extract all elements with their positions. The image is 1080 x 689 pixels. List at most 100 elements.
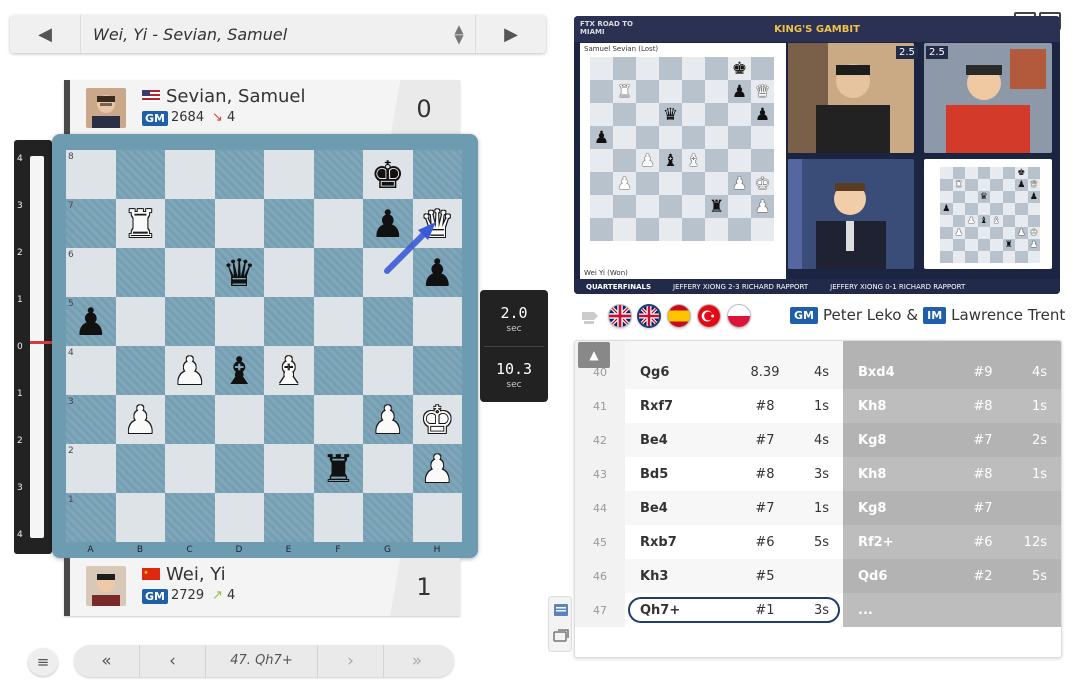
black-move-cell[interactable]: Kh8 #8 1s: [843, 457, 1061, 491]
next-move-button[interactable]: ›: [318, 645, 384, 677]
square-c6[interactable]: [165, 248, 215, 297]
square-c4[interactable]: ♟: [165, 346, 215, 395]
square-d8[interactable]: [214, 150, 264, 199]
square-a7[interactable]: 7: [66, 199, 116, 248]
square-g5[interactable]: [363, 297, 413, 346]
square-h1[interactable]: [412, 493, 462, 542]
square-a5[interactable]: 5 ♟: [66, 297, 116, 346]
black-move-cell[interactable]: Kg8 #7: [843, 491, 1061, 525]
black-queen-icon[interactable]: ♛: [222, 254, 256, 292]
auto-commentary-icon[interactable]: [578, 306, 602, 328]
square-b3[interactable]: ♟: [115, 395, 165, 444]
white-move-cell[interactable]: Qg6 8.39 4s: [625, 355, 843, 389]
white-move-cell[interactable]: Rxb7 #6 5s: [625, 525, 843, 559]
video-stream[interactable]: FTX ROAD TO MIAMI KING'S GAMBIT Samuel S…: [574, 16, 1060, 294]
black-move-cell[interactable]: Qd6 #2 5s: [843, 559, 1061, 593]
first-move-button[interactable]: «: [74, 645, 140, 677]
black-rook-icon[interactable]: ♜: [321, 450, 355, 488]
black-move-cell[interactable]: Rf2+ #6 12s: [843, 525, 1061, 559]
poland-flag-icon[interactable]: [727, 304, 751, 328]
engine-view-icon[interactable]: [553, 629, 569, 643]
square-c8[interactable]: [165, 150, 215, 199]
square-d3[interactable]: [214, 395, 264, 444]
white-rook-icon[interactable]: ♜: [123, 205, 157, 243]
black-move-cell[interactable]: Kg8 #7 2s: [843, 423, 1061, 457]
square-g6[interactable]: [363, 248, 413, 297]
square-a2[interactable]: 2: [66, 444, 116, 493]
black-move-cell[interactable]: Kh8 #8 1s: [843, 389, 1061, 423]
square-c5[interactable]: [165, 297, 215, 346]
square-d5[interactable]: [214, 297, 264, 346]
square-d4[interactable]: ♝: [214, 346, 264, 395]
turkey-flag-icon[interactable]: [697, 304, 721, 328]
square-b6[interactable]: [115, 248, 165, 297]
square-a3[interactable]: 3: [66, 395, 116, 444]
white-pawn-icon[interactable]: ♟: [123, 401, 157, 439]
prev-move-button[interactable]: ‹: [140, 645, 206, 677]
white-pawn-icon[interactable]: ♟: [173, 352, 207, 390]
square-f1[interactable]: [313, 493, 363, 542]
square-h6[interactable]: ♟: [412, 248, 462, 297]
square-h2[interactable]: ♟: [412, 444, 462, 493]
white-move-cell[interactable]: Be4 #7 1s: [625, 491, 843, 525]
spain-flag-icon[interactable]: [667, 304, 691, 328]
uk-flag-selected-icon[interactable]: [637, 304, 661, 328]
square-e5[interactable]: [264, 297, 314, 346]
square-b4[interactable]: [115, 346, 165, 395]
square-c7[interactable]: [165, 199, 215, 248]
square-h3[interactable]: ♚: [412, 395, 462, 444]
square-b8[interactable]: [115, 150, 165, 199]
square-c2[interactable]: [165, 444, 215, 493]
square-e3[interactable]: [264, 395, 314, 444]
black-move-cell[interactable]: Bxd4 #9 4s: [843, 355, 1061, 389]
square-b7[interactable]: ♜: [115, 199, 165, 248]
scroll-up-button[interactable]: ▲: [578, 342, 610, 368]
square-b1[interactable]: [115, 493, 165, 542]
white-king-icon[interactable]: ♚: [420, 401, 454, 439]
square-f4[interactable]: [313, 346, 363, 395]
square-g1[interactable]: [363, 493, 413, 542]
square-g2[interactable]: [363, 444, 413, 493]
square-h5[interactable]: [412, 297, 462, 346]
black-king-icon[interactable]: ♚: [371, 156, 405, 194]
square-f5[interactable]: [313, 297, 363, 346]
square-d6[interactable]: ♛: [214, 248, 264, 297]
menu-button[interactable]: ≡: [28, 648, 58, 676]
updown-chevron-icon[interactable]: ▲ ▼: [443, 23, 475, 45]
white-move-cell[interactable]: Kh3 #5: [625, 559, 843, 593]
square-a1[interactable]: 1: [66, 493, 116, 542]
square-e1[interactable]: [264, 493, 314, 542]
square-h7[interactable]: ♛: [412, 199, 462, 248]
black-move-cell[interactable]: ...: [843, 593, 1061, 627]
black-pawn-icon[interactable]: ♟: [74, 303, 108, 341]
chess-board[interactable]: 8 ♚ 7 ♜ ♟ ♛ 6 ♛ ♟ 5 ♟ 4 ♟ ♝ ♝ 3 ♟ ♟ ♚ 2 ♜ ♟ 1: [66, 150, 462, 542]
square-a6[interactable]: 6: [66, 248, 116, 297]
notation-view-icon[interactable]: [553, 603, 569, 617]
game-selector-label[interactable]: Wei, Yi - Sevian, Samuel ▲ ▼: [80, 15, 476, 53]
square-e4[interactable]: ♝: [264, 346, 314, 395]
square-e8[interactable]: [264, 150, 314, 199]
prev-game-button[interactable]: ◀: [10, 15, 80, 53]
square-a4[interactable]: 4: [66, 346, 116, 395]
black-pawn-icon[interactable]: ♟: [420, 254, 454, 292]
white-queen-icon[interactable]: ♛: [420, 205, 454, 243]
square-g4[interactable]: [363, 346, 413, 395]
white-pawn-icon[interactable]: ♟: [371, 401, 405, 439]
square-c1[interactable]: [165, 493, 215, 542]
white-move-cell[interactable]: Be4 #7 4s: [625, 423, 843, 457]
game-selector[interactable]: ◀ Wei, Yi - Sevian, Samuel ▲ ▼ ▶: [10, 15, 546, 53]
black-bishop-icon[interactable]: ♝: [222, 352, 256, 390]
square-d7[interactable]: [214, 199, 264, 248]
white-pawn-icon[interactable]: ♟: [420, 450, 454, 488]
square-f6[interactable]: [313, 248, 363, 297]
square-d1[interactable]: [214, 493, 264, 542]
square-b5[interactable]: [115, 297, 165, 346]
uk-flag-icon[interactable]: [608, 304, 632, 328]
square-f3[interactable]: [313, 395, 363, 444]
white-move-cell[interactable]: Rxf7 #8 1s: [625, 389, 843, 423]
square-f7[interactable]: [313, 199, 363, 248]
square-c3[interactable]: [165, 395, 215, 444]
square-a8[interactable]: 8: [66, 150, 116, 199]
square-g3[interactable]: ♟: [363, 395, 413, 444]
white-move-cell[interactable]: Bd5 #8 3s: [625, 457, 843, 491]
